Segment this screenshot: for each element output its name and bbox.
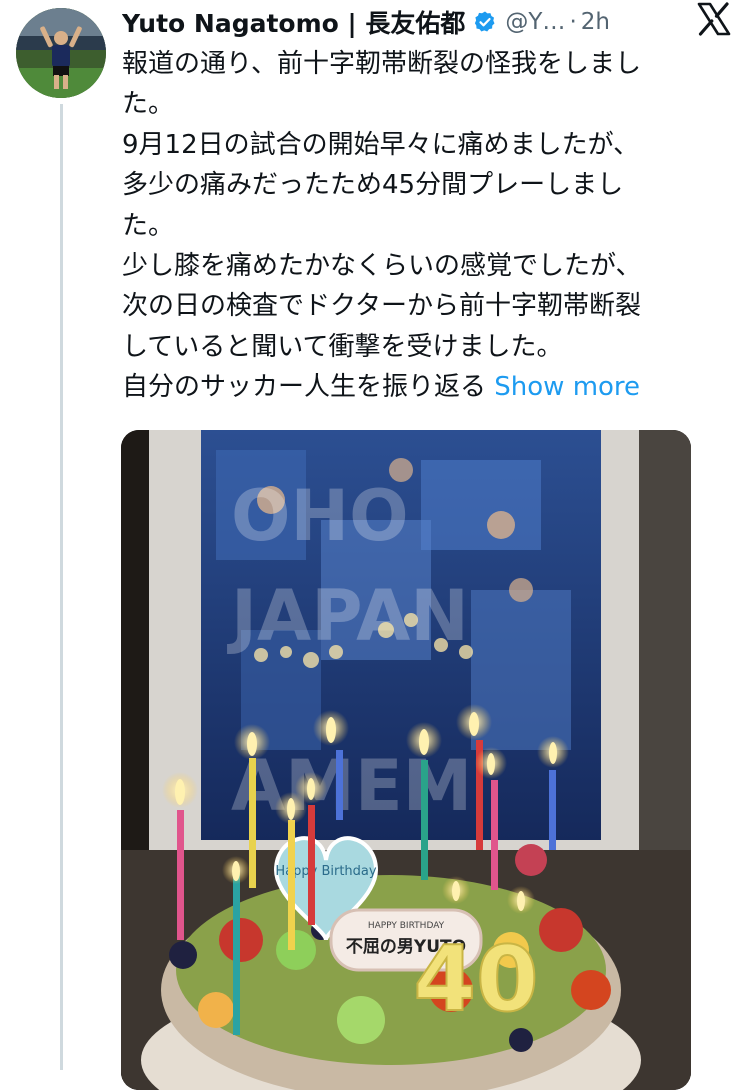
- tweet-card[interactable]: Yuto Nagatomo | 長友佑都 @Y… · 2h 報道の通り、前十字靭…: [0, 0, 750, 1090]
- tweet-text-line: 報道の通り、前十字靭帯断裂の怪我をしまし: [122, 49, 641, 79]
- tweet-text-line: た。: [122, 210, 175, 241]
- tweet-text-line: 多少の痛みだったため45分間プレーしまし: [122, 170, 624, 201]
- tweet-text-truncated: 自分のサッカー人生を振り返る: [122, 372, 487, 403]
- svg-text:AMEM: AMEM: [231, 745, 472, 827]
- tweet-text-line: 次の日の検査でドクターから前十字靭帯断裂: [122, 291, 641, 322]
- show-more-link[interactable]: Show more: [494, 372, 640, 402]
- tweet-text-line: 少し膝を痛めたかなくらいの感覚でしたが、: [122, 251, 642, 282]
- author-handle[interactable]: @Y…: [505, 9, 565, 35]
- avatar[interactable]: [16, 8, 106, 98]
- tweet-text-line: していると聞いて衝撃を受けました。: [122, 331, 563, 362]
- tweet-text-line: た。: [122, 89, 175, 120]
- tweet-text-line: 9月12日の試合の開始早々に痛めましたが、: [122, 129, 640, 160]
- svg-text:JAPAN: JAPAN: [227, 575, 469, 657]
- author-display-name[interactable]: Yuto Nagatomo | 長友佑都: [122, 4, 465, 40]
- x-logo-icon[interactable]: [696, 2, 732, 36]
- thread-line: [60, 104, 63, 1070]
- svg-text:OHO: OHO: [231, 475, 409, 557]
- tweet-text: 報道の通り、前十字靭帯断裂の怪我をしまし た。 9月12日の試合の開始早々に痛め…: [122, 44, 732, 408]
- tweet-text-last-line: 自分のサッカー人生を振り返る Show more: [122, 367, 732, 407]
- separator-dot: ·: [569, 9, 577, 35]
- tweet-header: Yuto Nagatomo | 長友佑都 @Y… · 2h: [122, 4, 682, 40]
- verified-badge-icon[interactable]: [473, 10, 497, 34]
- candle-number-text: 40: [413, 927, 538, 1032]
- tweet-media-photo[interactable]: OHO JAPAN AMEM Happy Birthday HAPPY BIRT…: [121, 430, 691, 1090]
- timestamp[interactable]: 2h: [581, 9, 610, 35]
